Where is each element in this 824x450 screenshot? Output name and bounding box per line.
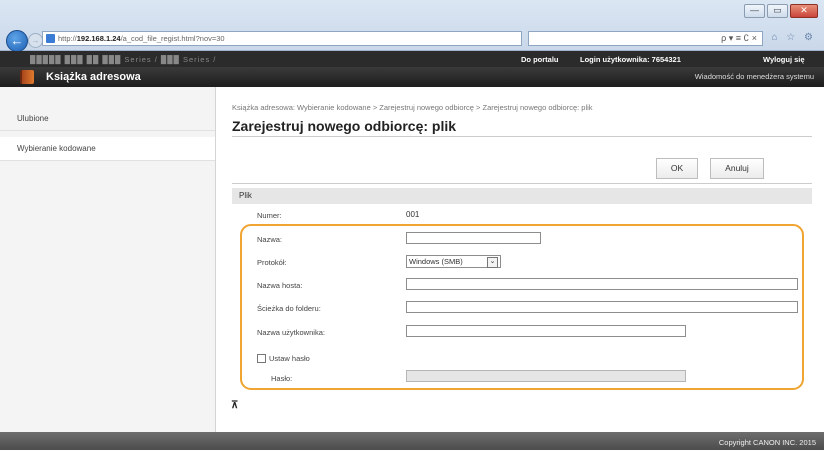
url-path: /a_cod_file_regist.html?nov=30 [120, 34, 225, 43]
breadcrumb: Książka adresowa: Wybieranie kodowane > … [232, 103, 593, 112]
ok-button[interactable]: OK [656, 158, 698, 179]
address-book-icon [20, 70, 34, 84]
page-favicon-icon [46, 34, 55, 43]
forward-arrow-icon[interactable]: → [28, 33, 43, 48]
password-field [406, 370, 686, 382]
page-title: Zarejestruj nowego odbiorcę: plik [232, 118, 457, 134]
divider [232, 136, 812, 137]
sidebar-item-label: Ulubione [17, 114, 49, 123]
portal-link[interactable]: Do portalu [521, 55, 559, 64]
url-prefix: http:// [58, 34, 77, 43]
device-model: █████ ███ ██ ███ Series / ███ Series / [30, 55, 217, 64]
number-label: Numer: [257, 211, 282, 220]
cancel-button[interactable]: Anuluj [710, 158, 764, 179]
protocol-select[interactable]: Windows (SMB) ⌄ [406, 255, 501, 268]
search-refresh-tools[interactable]: ρ ▾ ≡ ∁ × [528, 31, 763, 46]
url-host: 192.168.1.24 [76, 34, 121, 43]
maximize-icon[interactable]: ▭ [767, 4, 788, 18]
sidebar-item-label: Wybieranie kodowane [17, 144, 96, 153]
user-name-label: Nazwa użytkownika: [257, 328, 325, 337]
window-controls: — ▭ ✕ [744, 4, 818, 18]
footer: Copyright CANON INC. 2015 [0, 432, 824, 450]
set-password-label: Ustaw hasło [269, 354, 310, 363]
close-icon[interactable]: ✕ [790, 4, 818, 18]
browser-chrome: — ▭ ✕ ← → http:// 192.168.1.24 /a_cod_fi… [0, 0, 824, 52]
address-bar[interactable]: http:// 192.168.1.24 /a_cod_file_regist.… [42, 31, 522, 46]
app-title: Książka adresowa [46, 71, 141, 83]
user-name-field[interactable] [406, 325, 686, 337]
divider [232, 183, 812, 184]
back-arrow-icon[interactable]: ← [6, 30, 28, 52]
protocol-selected-value: Windows (SMB) [409, 257, 463, 266]
name-field[interactable] [406, 232, 541, 244]
minimize-icon[interactable]: — [744, 4, 765, 18]
folder-path-field[interactable] [406, 301, 798, 313]
home-favorites-settings-icons[interactable]: ⌂ ☆ ⚙ [771, 32, 816, 43]
name-label: Nazwa: [257, 235, 283, 244]
top-bar: █████ ███ ██ ███ Series / ███ Series / D… [0, 51, 824, 67]
sidebar-item-favorites[interactable]: Ulubione [0, 107, 215, 131]
sidebar-item-coded-dial[interactable]: Wybieranie kodowane [0, 137, 215, 161]
login-user: Login użytkownika: 7654321 [580, 55, 681, 64]
section-header: Plik [232, 188, 812, 204]
title-bar: Książka adresowa Wiadomość do menedżera … [0, 67, 824, 87]
logout-link[interactable]: Wyloguj się [763, 55, 805, 64]
chevron-down-icon: ⌄ [487, 257, 498, 268]
number-value: 001 [406, 210, 420, 219]
password-label: Hasło: [271, 374, 293, 383]
copyright: Copyright CANON INC. 2015 [718, 438, 816, 447]
message-to-admin-link[interactable]: Wiadomość do menedżera systemu [695, 72, 814, 81]
set-password-checkbox[interactable] [257, 354, 266, 363]
folder-path-label: Ścieżka do folderu: [257, 304, 321, 313]
host-label: Nazwa hosta: [257, 281, 303, 290]
host-name-field[interactable] [406, 278, 798, 290]
scroll-to-top-icon[interactable]: ⊼ [231, 400, 238, 411]
protocol-label: Protokół: [257, 258, 287, 267]
sidebar: Ulubione Wybieranie kodowane [0, 87, 216, 432]
